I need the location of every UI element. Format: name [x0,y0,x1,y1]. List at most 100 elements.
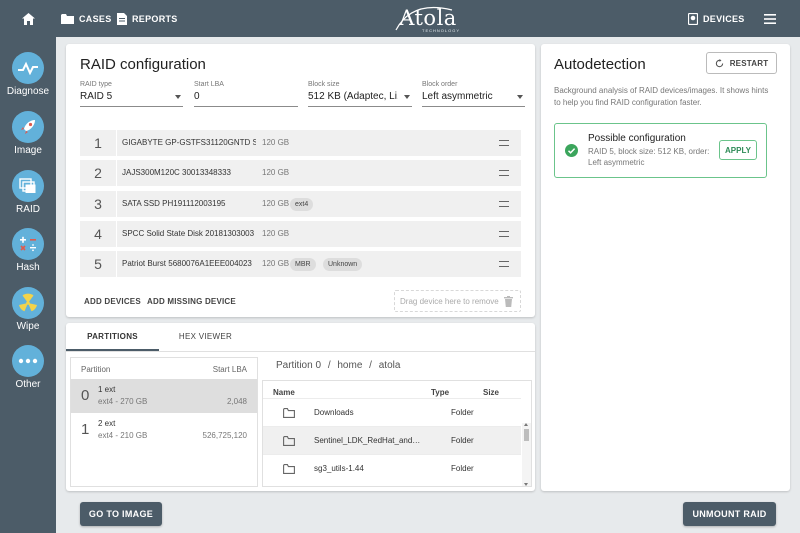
block-size-select[interactable]: Block size 512 KB (Adaptec, Li... [308,81,412,107]
file-row[interactable]: Sentinel_LDK_RedHat_and..._RPM Folder [263,426,521,454]
tab-partitions[interactable]: PARTITIONS [66,323,159,351]
breadcrumb: Partition 0 / home / atola [276,360,404,371]
scroll-down-arrow-icon[interactable] [524,483,528,486]
sidebar-item-other[interactable]: Other [0,336,56,392]
raid-device-row[interactable]: 4 SPCC Solid State Disk 20181303003 120 … [80,221,521,247]
partition-row[interactable]: 1 2 ext ext4 - 210 GB 526,725,120 [71,413,257,447]
device-index: 5 [80,251,117,277]
hamburger-menu-icon [764,13,776,24]
file-row[interactable]: sg3_utils-1.44 Folder [263,454,521,482]
tab-hex-viewer[interactable]: HEX VIEWER [159,323,252,351]
raid-device-row[interactable]: 3 SATA SSD PH191112003195 120 GB ext4 [80,191,521,217]
trash-icon [504,296,513,307]
restart-label: RESTART [729,58,769,68]
autodetection-card: Autodetection RESTART Background analysi… [541,44,790,491]
possible-configuration-box: Possible configuration RAID 5, block siz… [554,123,767,178]
partition-index: 0 [81,387,90,404]
drop-hint: Drag device here to remove [400,297,499,306]
add-devices-button[interactable]: ADD DEVICES [84,297,141,306]
raid-device-row[interactable]: 5 Patriot Burst 5680076A1EEE004023 120 G… [80,251,521,277]
logo-wordmark: Atola [399,6,457,30]
block-size-label: Block size [308,81,340,88]
scroll-up-arrow-icon[interactable] [524,423,528,426]
cases-button[interactable]: CASES [61,0,112,37]
device-name: SATA SSD PH191112003195 [122,199,226,208]
drag-handle-icon[interactable] [499,261,509,267]
menu-button[interactable] [764,0,780,37]
home-icon [21,12,35,25]
filesystem-tag: Unknown [323,258,363,271]
file-name: Downloads [314,408,354,417]
block-order-select[interactable]: Block order Left asymmetric [422,81,525,107]
drag-handle-icon[interactable] [499,170,509,176]
sidebar-item-raid[interactable]: RAID [0,161,56,217]
start-lba-column-header: Start LBA [212,365,247,374]
folder-icon [61,13,74,24]
device-size: 120 GB [262,259,290,268]
logo-subtitle: TECHNOLOGY [422,28,461,33]
sidebar-item-wipe[interactable]: Wipe [0,278,56,334]
drag-handle-icon[interactable] [499,140,509,146]
folder-outline-icon [283,464,295,474]
drag-handle-icon[interactable] [499,231,509,237]
file-type: Folder [451,436,474,445]
restart-button[interactable]: RESTART [706,52,777,74]
block-size-value: 512 KB (Adaptec, Li... [308,91,398,102]
sidebar-item-diagnose[interactable]: Diagnose [0,43,56,99]
go-to-image-button[interactable]: GO TO IMAGE [80,502,162,526]
configuration-title: Possible configuration [588,133,686,144]
breadcrumb-partition[interactable]: Partition 0 [276,360,321,371]
scrollbar-thumb[interactable] [524,429,529,441]
add-missing-device-button[interactable]: ADD MISSING DEVICE [147,297,236,306]
raid-configuration-card: RAID configuration RAID type RAID 5 Star… [66,44,535,317]
devices-button[interactable]: DEVICES [688,0,745,37]
raid-device-row[interactable]: 1 GIGABYTE GP-GSTFS31120GNTD S 120 GB [80,130,521,156]
radiation-icon [12,287,44,319]
sidebar-item-label: RAID [16,204,40,215]
configuration-description: RAID 5, block size: 512 KB, order: Left … [588,147,710,167]
raid-config-title: RAID configuration [80,56,206,73]
breadcrumb-atola[interactable]: atola [379,360,401,371]
device-icon [688,12,698,25]
drag-handle-icon[interactable] [499,201,509,207]
raid-type-label: RAID type [80,81,112,88]
block-order-label: Block order [422,81,458,88]
partition-column-header: Partition [81,365,111,374]
partition-table: Partition Start LBA 0 1 ext ext4 - 270 G… [70,357,258,487]
device-name: JAJS300M120C 30013348333 [122,168,231,177]
raid-device-row[interactable]: 2 JAJS300M120C 30013348333 120 GB [80,160,521,186]
home-button[interactable] [18,0,38,37]
sidebar-item-image[interactable]: Image [0,102,56,158]
device-size: 120 GB [262,199,290,208]
more-dots-icon [12,345,44,377]
file-type: Folder [451,408,474,417]
reports-button[interactable]: REPORTS [117,0,178,37]
partition-row[interactable]: 0 1 ext ext4 - 270 GB 2,048 [71,379,257,413]
raid-type-select[interactable]: RAID type RAID 5 [80,81,183,107]
diagnose-icon [12,52,44,84]
breadcrumb-home[interactable]: home [337,360,362,371]
device-size: 120 GB [262,229,290,238]
atola-logo: Atola TECHNOLOGY [392,4,472,34]
folder-outline-icon [283,436,295,446]
partition-start-lba: 526,725,120 [202,431,248,440]
sidebar: Diagnose Image RAID Hash Wipe Other [0,37,56,533]
remove-drop-zone[interactable]: Drag device here to remove [394,290,521,312]
type-column-header: Type [431,388,450,397]
file-name: Sentinel_LDK_RedHat_and..._RPM [314,436,422,445]
start-lba-input[interactable]: Start LBA 0 [194,81,298,107]
unmount-raid-button[interactable]: UNMOUNT RAID [683,502,776,526]
sidebar-item-hash[interactable]: Hash [0,219,56,275]
start-lba-label: Start LBA [194,81,224,88]
apply-button[interactable]: APPLY [719,140,757,160]
size-column-header: Size [483,388,500,397]
partition-name: 2 ext [98,419,116,428]
file-row[interactable]: Downloads Folder [263,398,521,426]
breadcrumb-separator: / [369,360,372,371]
check-circle-icon [565,144,578,157]
file-list-scrollbar[interactable] [522,423,531,486]
sidebar-item-label: Image [14,145,42,156]
restart-icon [715,58,723,67]
device-name: Patriot Burst 5680076A1EEE004023 [122,259,252,268]
file-name: sg3_utils-1.44 [314,464,364,473]
